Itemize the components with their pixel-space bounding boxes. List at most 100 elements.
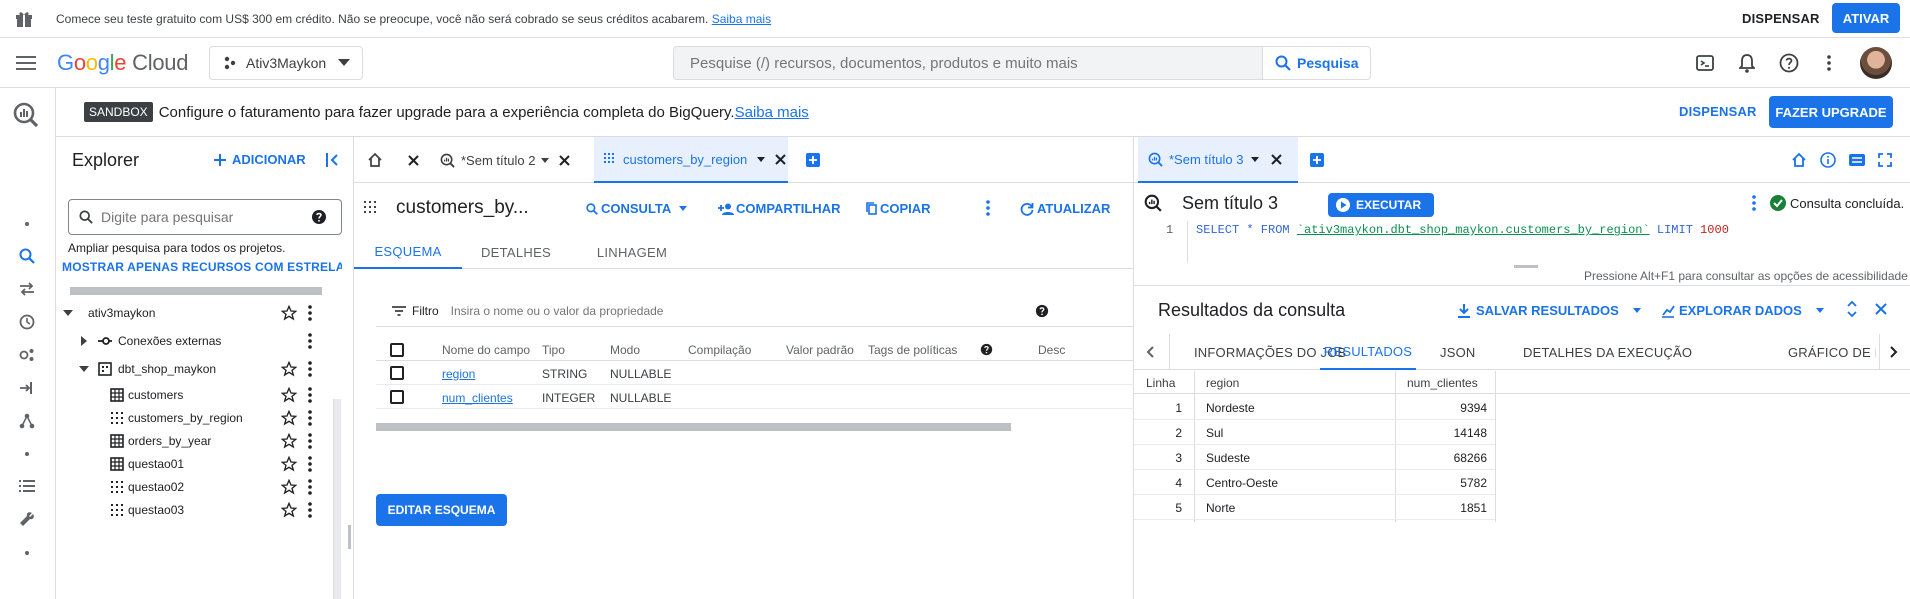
notifications-icon[interactable] xyxy=(1735,51,1759,75)
horizontal-scrollbar[interactable] xyxy=(376,423,1011,431)
subtab-details[interactable]: DETALHES xyxy=(462,235,570,269)
panel-resize-handle[interactable] xyxy=(348,525,351,549)
tree-table-row[interactable]: questao03 xyxy=(56,498,341,521)
caret-down-icon[interactable] xyxy=(757,156,766,162)
wrench-icon[interactable] xyxy=(15,507,39,531)
explorer-search-box[interactable] xyxy=(68,199,342,235)
promo-learn-more-link[interactable]: Saiba mais xyxy=(712,12,771,26)
more-vert-icon[interactable] xyxy=(308,479,312,495)
caret-down-icon[interactable] xyxy=(541,157,550,163)
tree-table-row[interactable]: customers_by_region xyxy=(56,406,341,429)
expand-icon[interactable] xyxy=(1847,301,1857,317)
more-vert-icon[interactable] xyxy=(308,433,312,449)
bigquery-logo-icon[interactable] xyxy=(11,100,41,130)
star-icon[interactable] xyxy=(281,479,297,495)
schema-filter[interactable]: Filtro xyxy=(376,295,1134,327)
data-transfers-icon[interactable] xyxy=(15,277,39,301)
expand-right-icon[interactable] xyxy=(76,336,92,346)
tab-untitled-2[interactable]: *Sem título 2 xyxy=(440,137,580,183)
tree-dataset-row[interactable]: dbt_shop_maykon xyxy=(56,355,341,383)
col-header[interactable]: Nome do campo xyxy=(442,343,530,357)
col-header[interactable]: Modo xyxy=(610,343,640,357)
close-tab-icon[interactable] xyxy=(1271,153,1283,165)
close-icon[interactable] xyxy=(1875,303,1887,315)
more-vert-icon[interactable] xyxy=(1821,51,1837,75)
tree-table-row[interactable]: questao01 xyxy=(56,452,341,475)
explore-data-button[interactable]: EXPLORAR DADOS xyxy=(1661,303,1824,318)
upgrade-button[interactable]: FAZER UPGRADE xyxy=(1769,96,1893,128)
sandbox-dismiss-button[interactable]: DISPENSAR xyxy=(1679,104,1757,119)
vertical-scrollbar[interactable] xyxy=(333,399,341,599)
more-vert-icon[interactable] xyxy=(308,333,312,349)
horizontal-scrollbar[interactable] xyxy=(70,287,322,295)
collapse-panel-icon[interactable] xyxy=(325,151,341,169)
star-icon[interactable] xyxy=(281,456,297,472)
help-icon[interactable] xyxy=(1777,51,1801,75)
field-name-link[interactable]: region xyxy=(442,367,475,381)
explorer-search-icon[interactable] xyxy=(15,244,39,268)
col-header[interactable]: Desc xyxy=(1038,343,1065,357)
home-icon[interactable] xyxy=(1792,153,1806,167)
new-tab-icon[interactable] xyxy=(1310,153,1324,167)
close-tab-icon[interactable] xyxy=(775,153,787,165)
explorer-search-input[interactable] xyxy=(101,209,311,225)
new-tab-icon[interactable] xyxy=(806,153,820,167)
refresh-button[interactable]: ATUALIZAR xyxy=(1020,201,1110,216)
tab-customers-by-region[interactable]: customers_by_region xyxy=(594,137,788,183)
scheduled-queries-icon[interactable] xyxy=(15,310,39,334)
more-vert-icon[interactable] xyxy=(1752,195,1756,211)
fullscreen-icon[interactable] xyxy=(1878,153,1892,167)
more-vert-icon[interactable] xyxy=(986,200,990,216)
result-tab-json[interactable]: JSON xyxy=(1440,334,1475,370)
sql-editor[interactable]: 1 SELECT * FROM `ativ3maykon.dbt_shop_ma… xyxy=(1134,221,1910,269)
star-icon[interactable] xyxy=(281,502,297,518)
add-resource-button[interactable]: ADICIONAR xyxy=(214,152,306,167)
google-cloud-logo[interactable]: Google Cloud xyxy=(57,50,188,76)
more-vert-icon[interactable] xyxy=(308,361,312,377)
chevron-left-icon[interactable] xyxy=(1146,346,1154,358)
result-row[interactable]: 1 Nordeste 9394 xyxy=(1134,395,1495,420)
tree-table-row[interactable]: questao02 xyxy=(56,475,341,498)
tree-table-row[interactable]: customers xyxy=(56,383,341,406)
promo-activate-button[interactable]: ATIVAR xyxy=(1832,3,1900,33)
tree-project-row[interactable]: ativ3maykon xyxy=(56,299,341,327)
subtab-lineage[interactable]: LINHAGEM xyxy=(570,235,694,269)
starred-only-link[interactable]: MOSTRAR APENAS RECURSOS COM ESTRELA xyxy=(62,260,342,274)
more-vert-icon[interactable] xyxy=(308,410,312,426)
avatar[interactable] xyxy=(1860,47,1892,79)
result-row[interactable]: 4 Centro-Oeste 5782 xyxy=(1134,470,1495,495)
col-header[interactable]: Tipo xyxy=(542,343,565,357)
close-tab-icon[interactable] xyxy=(408,154,419,166)
grid-header[interactable]: region xyxy=(1206,376,1239,390)
star-icon[interactable] xyxy=(281,433,297,449)
result-row[interactable]: 5 Norte 1851 xyxy=(1134,495,1495,520)
more-vert-icon[interactable] xyxy=(308,387,312,403)
save-results-button[interactable]: SALVAR RESULTADOS xyxy=(1458,303,1641,318)
dataform-icon[interactable] xyxy=(15,376,39,400)
expand-more-icon[interactable] xyxy=(60,310,76,316)
col-header[interactable]: Compilação xyxy=(688,343,751,357)
star-icon[interactable] xyxy=(281,387,297,403)
info-icon[interactable] xyxy=(1820,152,1836,168)
help-filled-icon[interactable] xyxy=(1035,304,1049,318)
field-name-link[interactable]: num_clientes xyxy=(442,391,513,405)
editor-resize-handle[interactable] xyxy=(1514,265,1538,268)
filter-input[interactable] xyxy=(450,303,751,318)
select-all-checkbox[interactable] xyxy=(390,343,404,357)
caret-down-icon[interactable] xyxy=(1251,156,1260,162)
help-filled-icon[interactable] xyxy=(980,343,993,356)
help-filled-icon[interactable] xyxy=(311,209,327,225)
chevron-right-icon[interactable] xyxy=(1890,346,1898,358)
star-icon[interactable] xyxy=(281,305,297,321)
search-button[interactable]: Pesquisa xyxy=(1262,46,1371,80)
more-vert-icon[interactable] xyxy=(308,305,312,321)
tab-home[interactable] xyxy=(354,137,424,183)
result-row[interactable]: 3 Sudeste 68266 xyxy=(1134,445,1495,470)
tree-external-connections-row[interactable]: Conexões externas xyxy=(56,327,341,355)
edit-schema-button[interactable]: EDITAR ESQUEMA xyxy=(376,494,507,526)
close-tab-icon[interactable] xyxy=(559,154,571,166)
global-search-input[interactable] xyxy=(673,46,1263,80)
promo-dismiss-button[interactable]: DISPENSAR xyxy=(1742,5,1820,33)
row-checkbox[interactable] xyxy=(390,390,404,404)
pipelines-icon[interactable] xyxy=(15,409,39,433)
